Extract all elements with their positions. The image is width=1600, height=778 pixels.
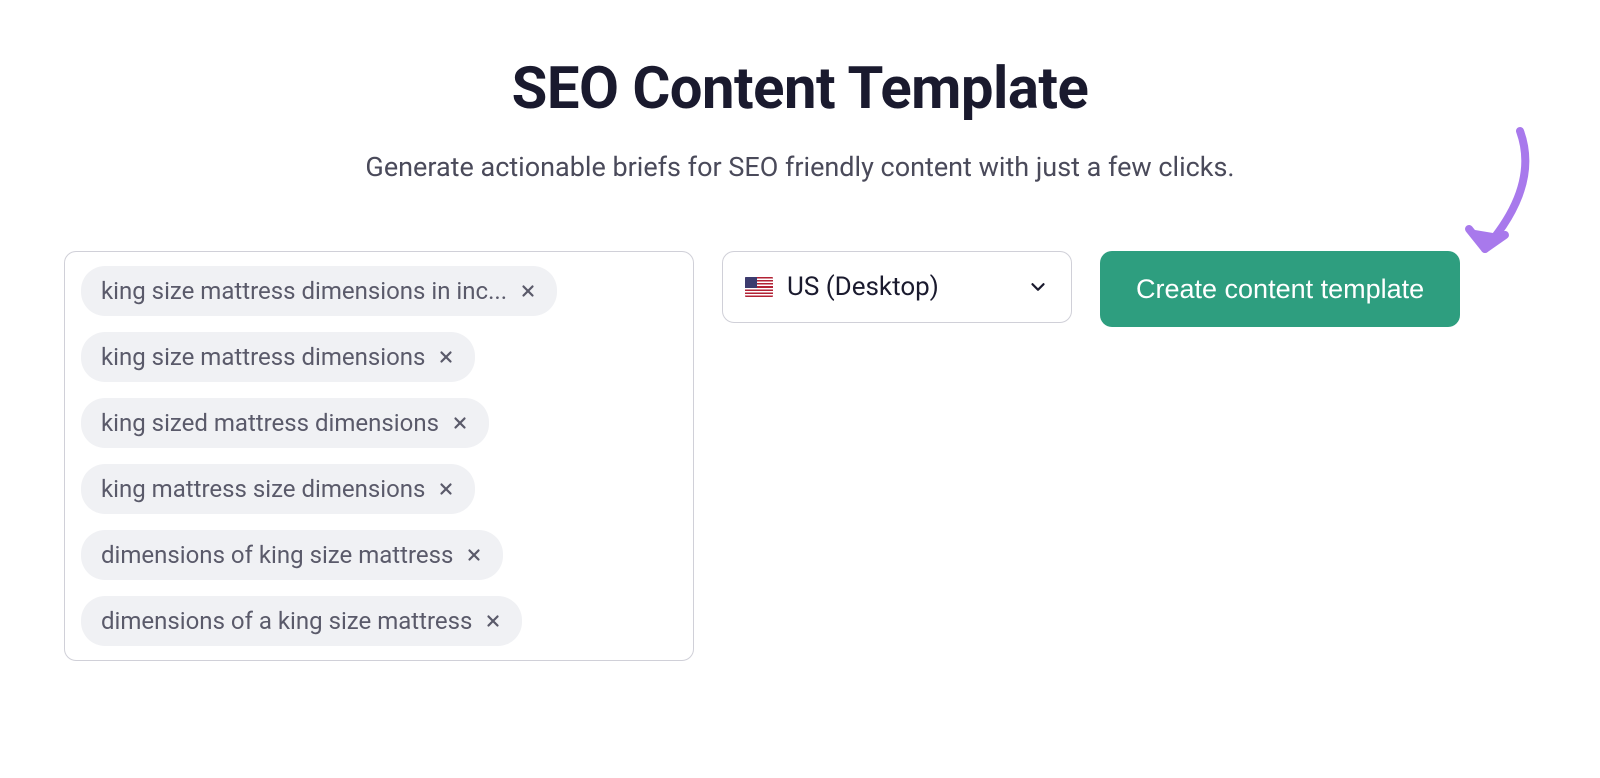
close-icon[interactable] (482, 610, 504, 632)
keyword-label: dimensions of a king size mattress (101, 607, 472, 635)
create-content-template-button[interactable]: Create content template (1100, 251, 1460, 327)
keyword-tag: king mattress size dimensions (81, 464, 475, 514)
locale-label: US (Desktop) (787, 272, 939, 302)
close-icon[interactable] (435, 478, 457, 500)
locale-select[interactable]: US (Desktop) (722, 251, 1072, 323)
page-title: SEO Content Template (0, 55, 1600, 123)
close-icon[interactable] (449, 412, 471, 434)
controls-row: king size mattress dimensions in inc... … (0, 251, 1600, 661)
page-subtitle: Generate actionable briefs for SEO frien… (0, 151, 1600, 183)
us-flag-icon (745, 277, 773, 297)
keyword-label: king sized mattress dimensions (101, 409, 439, 437)
keywords-input[interactable]: king size mattress dimensions in inc... … (64, 251, 694, 661)
keyword-tag: king size mattress dimensions in inc... (81, 266, 557, 316)
locale-value: US (Desktop) (745, 272, 939, 302)
keyword-label: king size mattress dimensions (101, 343, 425, 371)
chevron-down-icon (1027, 276, 1049, 298)
keyword-label: dimensions of king size mattress (101, 541, 453, 569)
keyword-label: king mattress size dimensions (101, 475, 425, 503)
keyword-tag: king size mattress dimensions (81, 332, 475, 382)
keyword-tag: king sized mattress dimensions (81, 398, 489, 448)
keyword-tag: dimensions of a king size mattress (81, 596, 522, 646)
keyword-tag: dimensions of king size mattress (81, 530, 503, 580)
keyword-label: king size mattress dimensions in inc... (101, 277, 507, 305)
close-icon[interactable] (517, 280, 539, 302)
close-icon[interactable] (435, 346, 457, 368)
close-icon[interactable] (463, 544, 485, 566)
